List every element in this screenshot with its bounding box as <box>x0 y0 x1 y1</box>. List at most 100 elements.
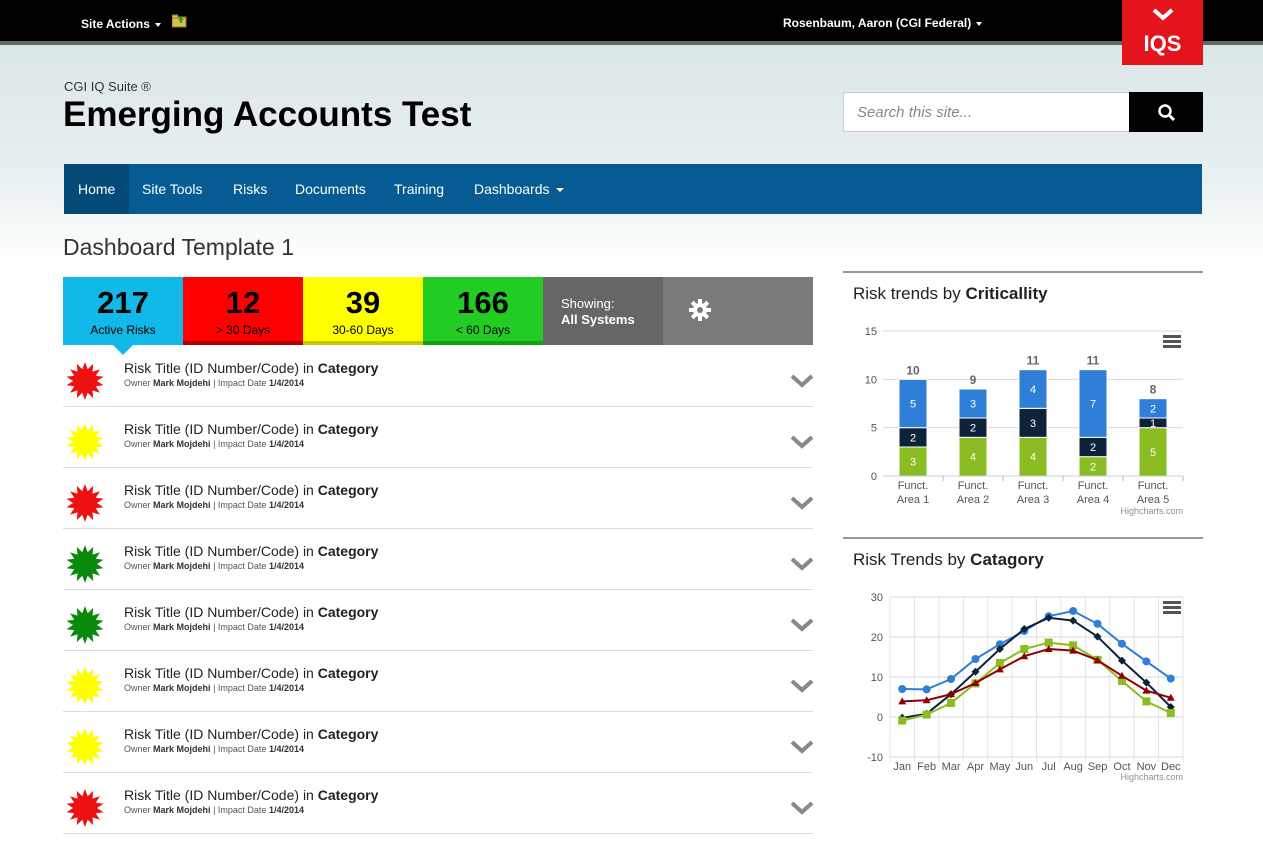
data-point[interactable] <box>1117 639 1126 648</box>
risk-in-text: in <box>302 604 314 620</box>
risk-status-icon <box>66 484 104 522</box>
tile-underline <box>183 341 303 345</box>
showing-filter[interactable]: Showing: All Systems <box>543 277 663 345</box>
risk-row[interactable]: Risk Title (ID Number/Code) in Category O… <box>63 346 814 407</box>
risk-meta: Owner Mark Mojdehi | Impact Date 1/4/201… <box>124 439 304 449</box>
nav-training[interactable]: Training <box>380 164 458 214</box>
user-name: Rosenbaum, Aaron (CGI Federal) <box>783 16 972 30</box>
bar-data-label: 1 <box>1150 418 1156 430</box>
risk-row[interactable]: Risk Title (ID Number/Code) in Category O… <box>63 773 814 834</box>
nav-documents[interactable]: Documents <box>281 164 380 214</box>
risk-category: Category <box>317 787 379 803</box>
owner-label: Owner <box>124 500 151 510</box>
tile-label: 30-60 Days <box>332 323 394 337</box>
bar-data-label: 2 <box>1150 403 1156 415</box>
tile-over-30-days[interactable]: 12 > 30 Days <box>183 277 303 345</box>
chevron-down-icon[interactable] <box>790 617 814 633</box>
risk-title-text: Risk Title (ID Number/Code) <box>124 787 300 803</box>
risk-title[interactable]: Risk Title (ID Number/Code) in Category <box>124 360 378 376</box>
owner-label: Owner <box>124 683 151 693</box>
search-input[interactable]: Search this site... <box>843 92 1130 132</box>
chevron-down-icon[interactable] <box>790 739 814 755</box>
x-tick-label: Mar <box>942 761 961 773</box>
data-point[interactable] <box>898 716 907 725</box>
data-point[interactable] <box>1093 619 1102 628</box>
data-point[interactable] <box>1142 697 1151 706</box>
tile-30-60-days[interactable]: 39 30-60 Days <box>303 277 423 345</box>
data-point[interactable] <box>947 699 956 707</box>
tile-active-risks[interactable]: 217 Active Risks <box>63 277 183 345</box>
risk-in-text: in <box>302 482 314 498</box>
risk-title[interactable]: Risk Title (ID Number/Code) in Category <box>124 787 378 803</box>
data-point[interactable] <box>898 685 907 693</box>
risk-row[interactable]: Risk Title (ID Number/Code) in Category O… <box>63 529 814 590</box>
risk-in-text: in <box>302 543 314 559</box>
owner-name: Mark Mojdehi <box>153 805 211 815</box>
chevron-down-icon[interactable] <box>790 800 814 816</box>
risk-status-icon <box>66 606 104 644</box>
risk-title[interactable]: Risk Title (ID Number/Code) in Category <box>124 543 378 559</box>
folder-up-icon[interactable] <box>172 14 188 28</box>
search-button[interactable] <box>1129 92 1203 132</box>
site-title[interactable]: Emerging Accounts Test <box>63 95 471 135</box>
chart-credit[interactable]: Highcharts.com <box>1120 506 1183 516</box>
risk-title[interactable]: Risk Title (ID Number/Code) in Category <box>124 726 378 742</box>
chevron-down-icon[interactable] <box>790 373 814 389</box>
nav-dashboards[interactable]: Dashboards <box>460 164 578 214</box>
risk-title[interactable]: Risk Title (ID Number/Code) in Category <box>124 665 378 681</box>
risk-row[interactable]: Risk Title (ID Number/Code) in Category O… <box>63 590 814 651</box>
logo-text: IQS <box>1143 31 1182 56</box>
nav-site-tools[interactable]: Site Tools <box>128 164 216 214</box>
impact-date-label: | Impact Date <box>213 561 267 571</box>
data-point[interactable] <box>1166 674 1175 683</box>
risk-title[interactable]: Risk Title (ID Number/Code) in Category <box>124 421 378 437</box>
chevron-down-icon[interactable] <box>790 434 814 450</box>
tile-under-60-days[interactable]: 166 < 60 Days <box>423 277 543 345</box>
chart-credit[interactable]: Highcharts.com <box>1120 772 1183 782</box>
chevron-down-icon[interactable] <box>790 556 814 572</box>
chart-panel-criticality: Risk trends by Criticallity 0 5 10 15 3 2 5 10 F… <box>843 271 1203 521</box>
settings-button[interactable] <box>663 277 813 345</box>
risk-title[interactable]: Risk Title (ID Number/Code) in Category <box>124 482 378 498</box>
data-point[interactable] <box>971 655 980 663</box>
risk-title-text: Risk Title (ID Number/Code) <box>124 604 300 620</box>
data-point[interactable] <box>922 685 931 694</box>
data-point[interactable] <box>1069 607 1078 615</box>
user-menu[interactable]: Rosenbaum, Aaron (CGI Federal) <box>783 16 983 30</box>
risk-row[interactable]: Risk Title (ID Number/Code) in Category O… <box>63 651 814 712</box>
y-tick-label: -10 <box>867 752 883 764</box>
star-shape <box>66 545 104 583</box>
owner-name: Mark Mojdehi <box>153 744 211 754</box>
nav-risks[interactable]: Risks <box>219 164 281 214</box>
risk-title[interactable]: Risk Title (ID Number/Code) in Category <box>124 604 378 620</box>
risk-in-text: in <box>302 665 314 681</box>
chevron-down-icon <box>555 188 564 193</box>
x-tick-label: Jun <box>1015 761 1033 773</box>
nav-dashboards-label: Dashboards <box>474 181 550 197</box>
risk-row[interactable]: Risk Title (ID Number/Code) in Category O… <box>63 407 814 468</box>
risk-row[interactable]: Risk Title (ID Number/Code) in Category O… <box>63 468 814 529</box>
chevron-down-icon[interactable] <box>790 495 814 511</box>
tile-value: 166 <box>457 285 509 320</box>
nav-home[interactable]: Home <box>64 164 130 214</box>
risk-status-icon <box>66 789 104 827</box>
chevron-down-icon[interactable] <box>790 678 814 694</box>
main-nav: Home Site Tools Risks Documents Training… <box>64 164 1202 214</box>
bar-total-label: 9 <box>970 373 977 387</box>
data-point[interactable] <box>1020 645 1029 653</box>
data-point[interactable] <box>1142 686 1151 694</box>
bar-data-label: 3 <box>910 457 916 469</box>
data-point[interactable] <box>947 675 956 683</box>
star-shape <box>66 362 104 400</box>
iqs-logo[interactable]: IQS <box>1122 0 1203 65</box>
site-actions-menu[interactable]: Site Actions <box>81 17 161 31</box>
data-point[interactable] <box>1166 709 1175 717</box>
impact-date-label: | Impact Date <box>213 500 267 510</box>
bar-data-label: 3 <box>970 399 976 411</box>
data-point[interactable] <box>922 710 931 719</box>
x-tick-label: Funct. <box>958 480 989 492</box>
risk-meta: Owner Mark Mojdehi | Impact Date 1/4/201… <box>124 683 304 693</box>
risk-row[interactable]: Risk Title (ID Number/Code) in Category O… <box>63 712 814 773</box>
data-point[interactable] <box>1142 657 1151 666</box>
y-tick-label: 5 <box>871 423 877 435</box>
